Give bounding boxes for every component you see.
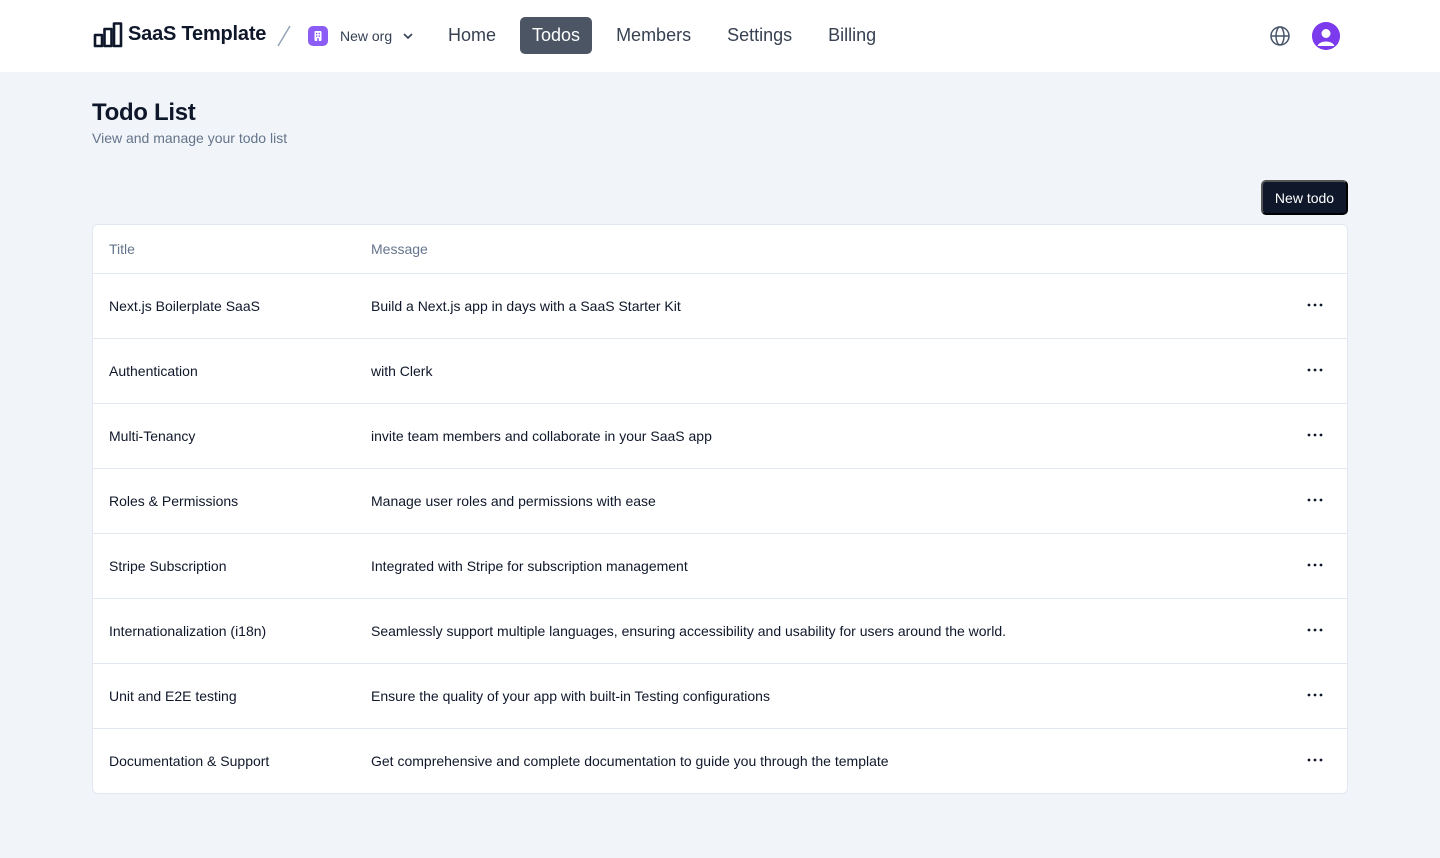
todo-message: with Clerk [371, 363, 432, 379]
nav-home[interactable]: Home [436, 17, 508, 54]
table-row[interactable]: Authentication with Clerk [93, 339, 1347, 404]
table-header: Title Message [93, 225, 1347, 274]
todo-message: Build a Next.js app in days with a SaaS … [371, 298, 681, 314]
more-horizontal-icon[interactable] [1305, 620, 1325, 640]
todo-title: Stripe Subscription [109, 558, 227, 574]
nav-members[interactable]: Members [604, 17, 703, 54]
todo-message: Manage user roles and permissions with e… [371, 493, 656, 509]
todo-message: Integrated with Stripe for subscription … [371, 558, 688, 574]
todo-title: Documentation & Support [109, 753, 269, 769]
table-row[interactable]: Internationalization (i18n) Seamlessly su… [93, 599, 1347, 664]
table-row[interactable]: Documentation & Support Get comprehensive… [93, 729, 1347, 794]
more-horizontal-icon[interactable] [1305, 295, 1325, 315]
more-horizontal-icon[interactable] [1305, 685, 1325, 705]
globe-icon[interactable] [1269, 25, 1291, 47]
todo-message: Ensure the quality of your app with buil… [371, 688, 770, 704]
org-switcher[interactable]: New org [308, 24, 414, 48]
table-row[interactable]: Multi-Tenancy invite team members and col… [93, 404, 1347, 469]
new-todo-button[interactable]: New todo [1261, 180, 1348, 215]
more-horizontal-icon[interactable] [1305, 490, 1325, 510]
building-icon [308, 26, 328, 46]
page-title: Todo List [92, 99, 196, 127]
chevron-down-icon [402, 30, 414, 42]
more-horizontal-icon[interactable] [1305, 750, 1325, 770]
todo-title: Roles & Permissions [109, 493, 238, 509]
todo-message: Seamlessly support multiple languages, e… [371, 623, 1006, 639]
top-navbar: SaaS Template New org Home Todos Members… [0, 0, 1440, 72]
main-nav: Home Todos Members Settings Billing [436, 17, 900, 54]
breadcrumb-separator [276, 24, 292, 48]
table-row[interactable]: Roles & Permissions Manage user roles and… [93, 469, 1347, 534]
todo-title: Authentication [109, 363, 198, 379]
column-header-title: Title [109, 241, 135, 257]
nav-settings[interactable]: Settings [715, 17, 804, 54]
todo-message: Get comprehensive and complete documenta… [371, 753, 889, 769]
table-row[interactable]: Unit and E2E testing Ensure the quality o… [93, 664, 1347, 729]
nav-billing[interactable]: Billing [816, 17, 888, 54]
column-header-message: Message [371, 241, 428, 257]
table-row[interactable]: Stripe Subscription Integrated with Strip… [93, 534, 1347, 599]
todo-table: Title Message Next.js Boilerplate SaaS Bu… [92, 224, 1348, 794]
bar-chart-icon[interactable] [93, 22, 123, 48]
nav-todos[interactable]: Todos [520, 17, 592, 54]
more-horizontal-icon[interactable] [1305, 360, 1325, 380]
org-name: New org [340, 28, 392, 44]
page-subtitle: View and manage your todo list [92, 130, 287, 146]
table-row[interactable]: Next.js Boilerplate SaaS Build a Next.js … [93, 274, 1347, 339]
more-horizontal-icon[interactable] [1305, 425, 1325, 445]
user-avatar[interactable] [1312, 22, 1340, 50]
more-horizontal-icon[interactable] [1305, 555, 1325, 575]
todo-title: Unit and E2E testing [109, 688, 237, 704]
user-icon [1312, 22, 1340, 50]
todo-title: Internationalization (i18n) [109, 623, 266, 639]
todo-title: Multi-Tenancy [109, 428, 195, 444]
brand-name[interactable]: SaaS Template [128, 23, 266, 46]
todo-message: invite team members and collaborate in y… [371, 428, 712, 444]
todo-title: Next.js Boilerplate SaaS [109, 298, 260, 314]
table-body: Next.js Boilerplate SaaS Build a Next.js … [93, 274, 1347, 794]
